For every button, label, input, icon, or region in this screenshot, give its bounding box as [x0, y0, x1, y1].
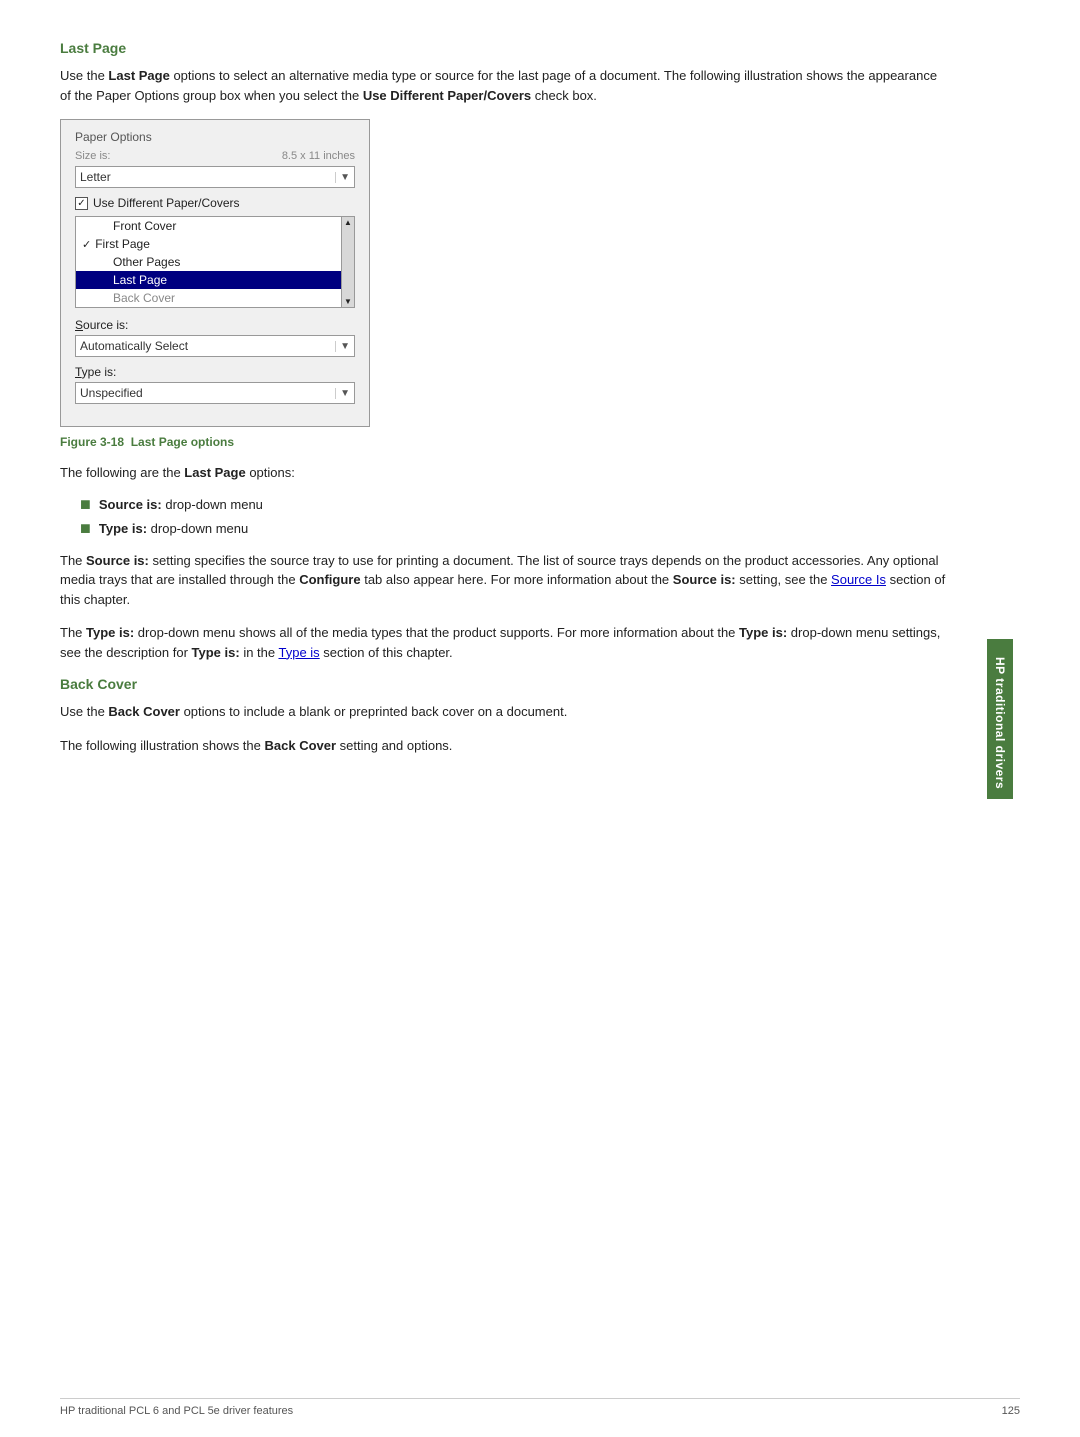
checkbox-label: Use Different Paper/Covers — [93, 196, 240, 210]
footer-left: HP traditional PCL 6 and PCL 5e driver f… — [60, 1405, 293, 1417]
dropdown-arrow-icon: ▼ — [335, 172, 350, 183]
size-value: 8.5 x 11 inches — [282, 150, 355, 162]
list-item-back-cover[interactable]: Back Cover — [76, 289, 341, 307]
source-is-link[interactable]: Source Is — [831, 572, 886, 587]
bullet-list: ■ Source is: drop-down menu ■ Type is: d… — [80, 497, 950, 537]
source-value: Automatically Select — [80, 339, 188, 353]
type-description: The Type is: drop-down menu shows all of… — [60, 623, 950, 662]
figure-paper-options: Paper Options Size is: 8.5 x 11 inches L… — [60, 119, 370, 427]
bullet-dot-icon-2: ■ — [80, 519, 91, 537]
type-label: Type is: — [75, 365, 355, 379]
source-dropdown-arrow-icon: ▼ — [335, 341, 350, 352]
checkbox-icon[interactable]: ✓ — [75, 197, 88, 210]
section-title-last-page: Last Page — [60, 40, 950, 56]
type-dropdown-arrow-icon: ▼ — [335, 388, 350, 399]
bullet-type: ■ Type is: drop-down menu — [80, 521, 950, 537]
list-item-other-pages[interactable]: Other Pages — [76, 253, 341, 271]
type-value: Unspecified — [80, 386, 143, 400]
list-item-first-page[interactable]: First Page — [76, 235, 341, 253]
source-description: The Source is: setting specifies the sou… — [60, 551, 950, 610]
pages-list-box-wrapper: Front Cover First Page Other Pages Last … — [75, 216, 355, 308]
list-item-front-cover[interactable]: Front Cover — [76, 217, 341, 235]
scroll-up-icon[interactable]: ▲ — [344, 218, 352, 227]
source-label: Source is: — [75, 318, 355, 332]
section-back-cover: Back Cover Use the Back Cover options to… — [60, 676, 950, 755]
scroll-down-icon[interactable]: ▼ — [344, 297, 352, 306]
back-cover-para1: Use the Back Cover options to include a … — [60, 702, 950, 722]
section-title-back-cover: Back Cover — [60, 676, 950, 692]
footer: HP traditional PCL 6 and PCL 5e driver f… — [60, 1398, 1020, 1417]
size-row: Size is: 8.5 x 11 inches — [75, 150, 355, 162]
type-dropdown[interactable]: Unspecified ▼ — [75, 382, 355, 404]
bullet-source: ■ Source is: drop-down menu — [80, 497, 950, 513]
bullet-dot-icon: ■ — [80, 495, 91, 513]
section-intro: Use the Last Page options to select an a… — [60, 66, 950, 105]
figure-caption: Figure 3-18 Last Page options — [60, 435, 950, 449]
back-cover-para2: The following illustration shows the Bac… — [60, 736, 950, 756]
source-dropdown[interactable]: Automatically Select ▼ — [75, 335, 355, 357]
letter-dropdown[interactable]: Letter ▼ — [75, 166, 355, 188]
group-label: Paper Options — [75, 130, 355, 144]
use-different-checkbox-row[interactable]: ✓ Use Different Paper/Covers — [75, 196, 355, 210]
dropdown-value: Letter — [80, 170, 111, 184]
size-label: Size is: — [75, 150, 110, 162]
list-item-last-page[interactable]: Last Page — [76, 271, 341, 289]
footer-right: 125 — [1002, 1405, 1020, 1417]
side-tab: HP traditional drivers — [987, 639, 1013, 799]
following-text: The following are the Last Page options: — [60, 463, 950, 483]
type-is-link[interactable]: Type is — [279, 645, 320, 660]
section-last-page: Last Page Use the Last Page options to s… — [60, 40, 950, 662]
